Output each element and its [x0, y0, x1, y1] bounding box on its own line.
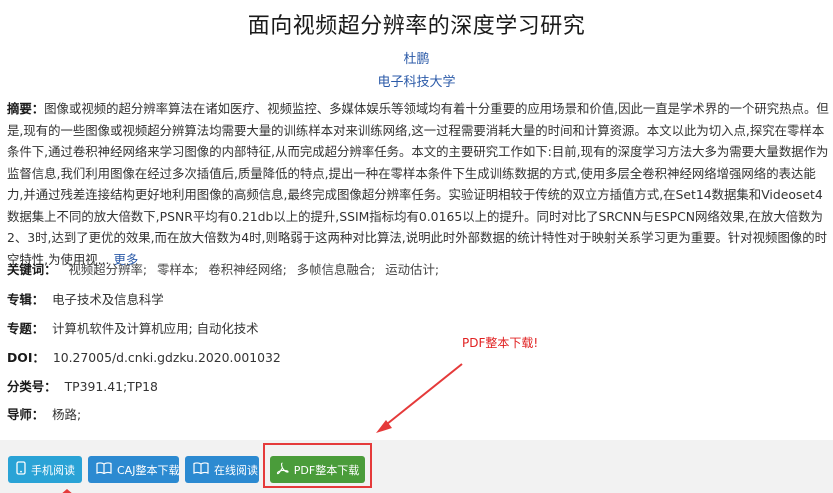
major-row: 专辑： 电子技术及信息科学 — [7, 290, 164, 308]
organization-link[interactable]: 电子科技大学 — [0, 71, 833, 90]
keyword-link[interactable]: 多帧信息融合; — [297, 262, 376, 277]
doi-row: DOI： 10.27005/d.cnki.gdzku.2020.001032 — [7, 348, 281, 366]
doi-label: DOI： — [7, 350, 45, 365]
online-read-label: 在线阅读 — [214, 463, 258, 477]
mobile-read-label: 手机阅读 — [31, 463, 75, 477]
abstract: 摘要：图像或视频的超分辨率算法在诸如医疗、视频监控、多媒体娱乐等领域均有着十分重… — [7, 98, 829, 270]
acrobat-icon — [276, 461, 289, 478]
classification-row: 分类号： TP391.41;TP18 — [7, 377, 158, 395]
keyword-link[interactable]: 零样本; — [157, 262, 198, 277]
online-read-button[interactable]: 在线阅读 — [185, 456, 259, 483]
classification-label: 分类号： — [7, 379, 57, 394]
keywords-label: 关键词： — [7, 262, 57, 277]
pdf-download-annotation: PDF整本下载! — [462, 336, 539, 350]
tutor-row: 导师： 杨路; — [7, 405, 81, 423]
keyword-link[interactable]: 卷积神经网络; — [208, 262, 287, 277]
phone-icon — [16, 461, 26, 478]
paper-title: 面向视频超分辨率的深度学习研究 — [247, 14, 586, 39]
abstract-label: 摘要： — [7, 101, 45, 116]
abstract-text: 图像或视频的超分辨率算法在诸如医疗、视频监控、多媒体娱乐等领域均有着十分重要的应… — [7, 101, 829, 267]
major-label: 专辑： — [7, 292, 45, 307]
tutor-label: 导师： — [7, 407, 45, 422]
book-icon — [96, 462, 112, 477]
topic-value: 计算机软件及计算机应用; 自动化技术 — [52, 321, 259, 336]
doi-value: 10.27005/d.cnki.gdzku.2020.001032 — [52, 350, 281, 365]
caj-download-button[interactable]: CAJ整本下载 — [88, 456, 179, 483]
caj-download-label: CAJ整本下载 — [117, 463, 180, 477]
mobile-read-button[interactable]: 手机阅读 — [8, 456, 82, 483]
keyword-link[interactable]: 运动估计; — [385, 262, 439, 277]
pdf-download-label: PDF整本下载 — [293, 463, 360, 477]
book-icon — [193, 462, 209, 477]
tutor-value[interactable]: 杨路; — [52, 407, 81, 422]
keywords-row: 关键词： 视频超分辨率; 零样本; 卷积神经网络; 多帧信息融合; 运动估计; — [7, 260, 445, 278]
keyword-link[interactable]: 视频超分辨率; — [69, 262, 148, 277]
author-link[interactable]: 杜鹏 — [0, 48, 833, 67]
mobile-button-marker — [60, 489, 74, 493]
pdf-download-button[interactable]: PDF整本下载 — [270, 456, 365, 483]
topic-row: 专题： 计算机软件及计算机应用; 自动化技术 — [7, 319, 259, 337]
classification-value: TP391.41;TP18 — [64, 379, 158, 394]
major-value: 电子技术及信息科学 — [52, 292, 164, 307]
topic-label: 专题： — [7, 321, 45, 336]
